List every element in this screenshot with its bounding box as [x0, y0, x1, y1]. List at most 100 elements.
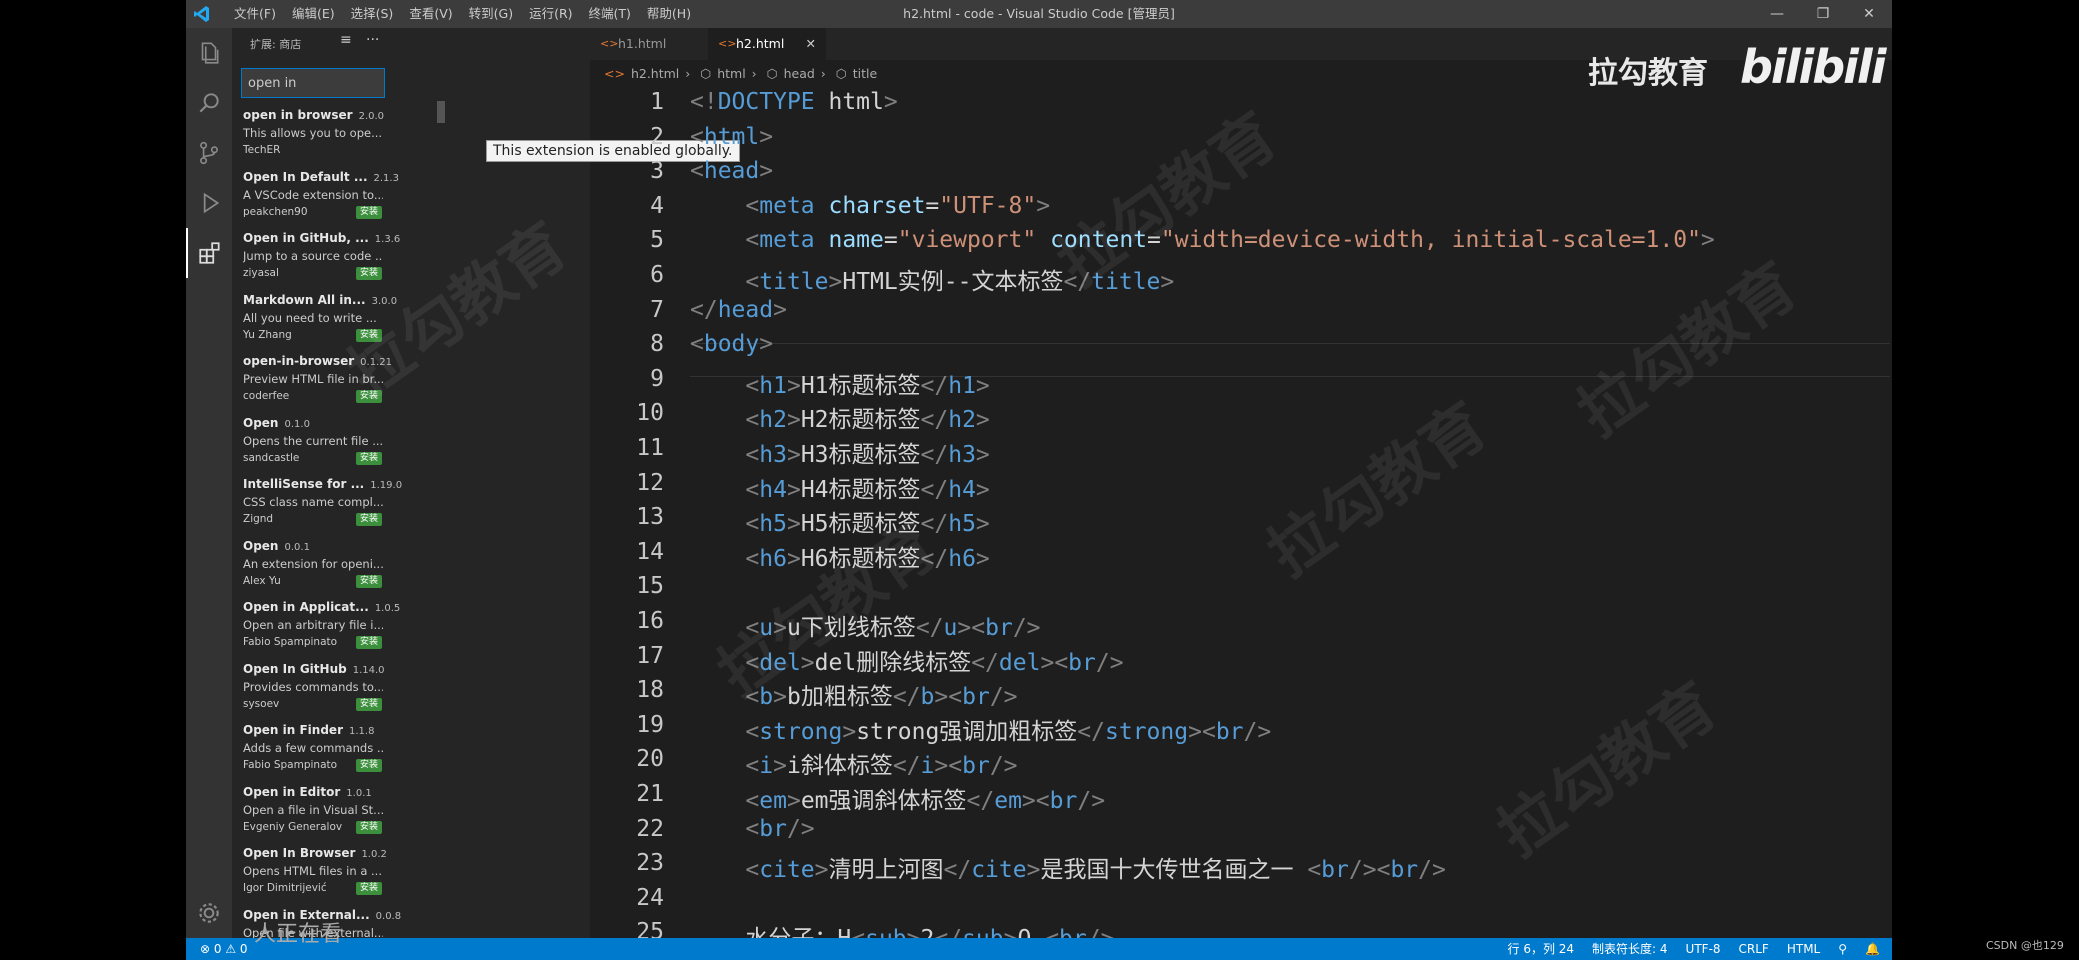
run-debug-icon[interactable]: [186, 178, 232, 228]
extension-item[interactable]: Open In Default ... 2.1.3 A VSCode extensi…: [232, 166, 399, 228]
code-token: strong: [1105, 718, 1189, 745]
breadcrumb-item[interactable]: h2.html: [631, 66, 679, 81]
problems-status[interactable]: ⊗ 0 ⚠ 0: [200, 938, 248, 960]
breadcrumb-item[interactable]: title: [853, 66, 877, 81]
install-button[interactable]: 安装: [356, 820, 383, 834]
status-item[interactable]: 🔔: [1865, 938, 1880, 960]
filter-icon[interactable]: ≡: [340, 32, 352, 48]
code-token: </: [920, 545, 949, 572]
code-line: <b>b加粗标签</b><br/>: [690, 677, 1017, 711]
install-button[interactable]: 安装: [356, 451, 383, 465]
breadcrumb-item[interactable]: head: [784, 66, 815, 81]
maximize-button[interactable]: ❐: [1800, 0, 1846, 28]
extension-item[interactable]: open-in-browser 0.1.21 Preview HTML file i…: [232, 350, 392, 412]
code-token: <: [745, 511, 760, 538]
extension-item[interactable]: Open In GitHub 1.14.0 Provides commands to…: [232, 658, 392, 720]
status-item[interactable]: UTF-8: [1686, 938, 1721, 960]
more-actions-icon[interactable]: ···: [366, 32, 379, 48]
extension-item[interactable]: Markdown All in... 3.0.0 All you need to w…: [232, 289, 397, 351]
install-button[interactable]: 安装: [356, 328, 383, 342]
minimize-button[interactable]: —: [1754, 0, 1800, 28]
code-line: <title>HTML实例--文本标签</title>: [690, 262, 1174, 296]
install-button[interactable]: 安装: [356, 759, 383, 772]
code-token: H6标题标签: [800, 545, 921, 572]
extension-description: An extension for openi...: [243, 556, 383, 571]
extension-item[interactable]: Open in Editor 1.0.1 Open a file in Visual…: [232, 781, 392, 843]
breadcrumb-item[interactable]: html: [717, 66, 745, 81]
status-right-items: 行 6，列 24 制表符长度: 4 UTF-8 CRLF HTML ⚲ 🔔: [1508, 938, 1881, 960]
code-token: h5: [948, 511, 976, 538]
menu-item[interactable]: 编辑(E): [284, 0, 343, 28]
extension-item[interactable]: Open In Browser 1.0.2 Opens HTML files in …: [232, 842, 392, 904]
status-item[interactable]: HTML: [1787, 938, 1820, 960]
extension-description: Opens the current file ...: [243, 433, 383, 448]
extension-author: Evgeniy Generalov: [243, 820, 343, 833]
extension-description: This allows you to ope...: [243, 126, 383, 140]
line-number: 7: [650, 296, 664, 323]
extension-description: Open an arbitrary file i...: [243, 618, 383, 632]
install-button[interactable]: 安装: [356, 882, 383, 895]
install-button[interactable]: 安装: [356, 513, 383, 526]
menu-item[interactable]: 帮助(H): [639, 0, 699, 28]
code-line: <head>: [690, 158, 773, 184]
source-control-icon[interactable]: [186, 128, 232, 178]
install-button[interactable]: 安装: [356, 267, 383, 280]
code-token: >: [975, 545, 990, 572]
tab-h2-html[interactable]: <> h2.html ✕: [708, 28, 826, 60]
extension-title: Open: [243, 415, 279, 430]
install-button[interactable]: 安装: [356, 205, 383, 219]
menu-item[interactable]: 选择(S): [343, 0, 402, 28]
code-token: >: [975, 372, 990, 399]
code-token: cite: [759, 857, 815, 884]
status-item[interactable]: 行 6，列 24: [1508, 938, 1575, 960]
extension-item[interactable]: Open in Applicat... 1.0.5 Open an arbitrar…: [232, 596, 400, 658]
sidebar-scrollbar[interactable]: [437, 101, 445, 123]
install-button[interactable]: 安装: [356, 390, 383, 403]
extension-item[interactable]: Open in Finder 1.1.8 Adds a few commands .…: [232, 719, 392, 781]
code-token: />: [1077, 788, 1106, 814]
extension-name: Open In GitHub 1.14.0: [243, 662, 385, 676]
install-button[interactable]: 安装: [356, 697, 383, 711]
extension-description: CSS class name compl...: [243, 495, 383, 509]
close-window-button[interactable]: ✕: [1846, 0, 1892, 28]
extensions-icon[interactable]: [186, 228, 232, 278]
menu-item[interactable]: 文件(F): [226, 0, 284, 28]
extension-item[interactable]: open in browser 2.0.0 This allows you to o…: [232, 104, 392, 166]
extension-author: Fabio Spampinato: [243, 759, 338, 771]
code-token: DOCTYPE: [717, 89, 815, 115]
extension-item[interactable]: Open in GitHub, ... 1.3.6 Jump to a source…: [232, 227, 400, 289]
extension-item[interactable]: IntelliSense for ... 1.19.0 CSS class name…: [232, 473, 402, 535]
search-icon[interactable]: [186, 78, 232, 128]
extension-item[interactable]: Open 0.1.0 Opens the current file ... sandc…: [232, 412, 392, 474]
menu-item[interactable]: 转到(G): [461, 0, 521, 28]
code-token: h2: [759, 407, 787, 434]
tab-h1-html[interactable]: <> h1.html: [590, 28, 708, 60]
manage-gear-icon[interactable]: [186, 888, 232, 938]
vscode-window: 文件(F) 编辑(E) 选择(S) 查看(V) 转到(G) 运行(R) 终端(T) 帮助(H)…: [186, 0, 1892, 960]
menu-item[interactable]: 查看(V): [401, 0, 460, 28]
close-tab-icon[interactable]: ✕: [806, 28, 816, 60]
install-button[interactable]: 安装: [356, 574, 383, 588]
install-button[interactable]: 安装: [356, 636, 383, 649]
code-token: <: [745, 269, 760, 295]
menu-item[interactable]: 终端(T): [581, 0, 639, 28]
menu-item[interactable]: 运行(R): [521, 0, 580, 28]
code-editor[interactable]: 1 <!DOCTYPE html> 2 <html> 3 <head> 4 <meta ch…: [590, 86, 1892, 952]
symbol-icon: ⬡: [700, 66, 712, 81]
code-token: u: [759, 615, 774, 641]
explorer-icon[interactable]: [186, 28, 232, 78]
code-token: meta: [759, 192, 815, 219]
code-token: b: [920, 684, 935, 711]
status-item[interactable]: CRLF: [1739, 938, 1769, 960]
code-line: <body>: [690, 331, 773, 357]
status-item[interactable]: ⚲: [1838, 938, 1847, 960]
extension-item[interactable]: Open 0.0.1 An extension for openi... Alex Y…: [232, 535, 392, 597]
code-token: >: [773, 296, 787, 323]
extension-search-input[interactable]: open in: [241, 68, 385, 98]
code-token: HTML实例--文本标签: [842, 269, 1064, 295]
code-token: >: [773, 684, 787, 711]
code-token: <: [948, 753, 963, 780]
extension-author: peakchen90: [243, 205, 308, 218]
status-item[interactable]: 制表符长度: 4: [1592, 938, 1668, 960]
